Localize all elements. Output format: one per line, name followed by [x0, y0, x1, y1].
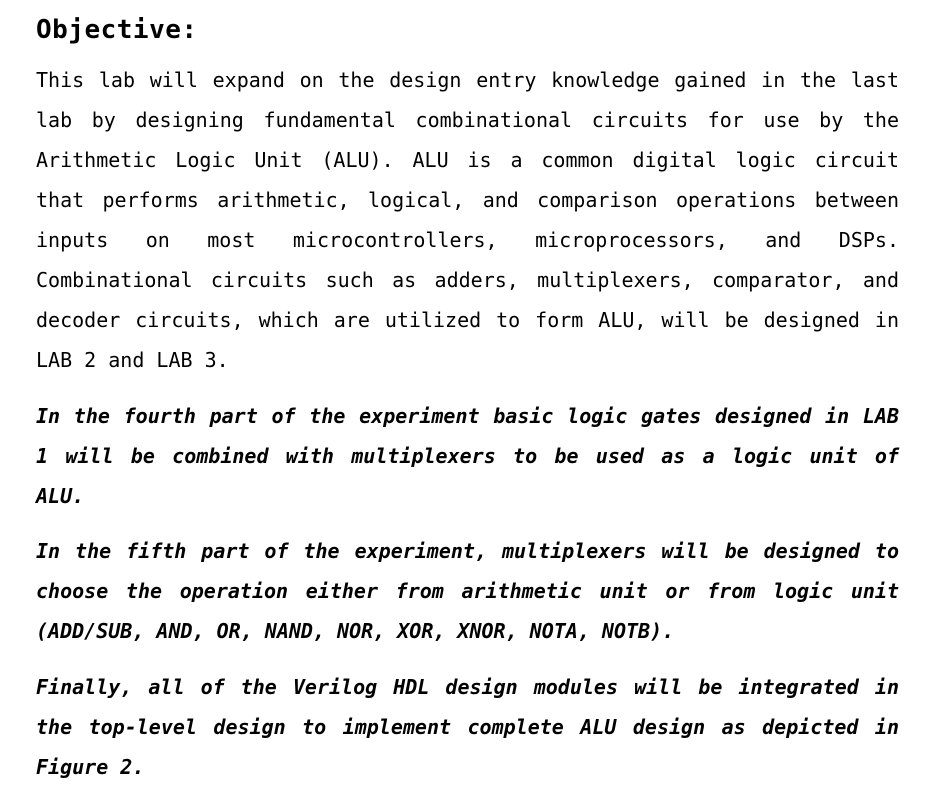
paragraph-part-four: In the fourth part of the experiment bas…: [36, 396, 899, 516]
paragraph-line: LAB 2 and LAB 3.: [36, 348, 229, 372]
paragraph-line: Combinational circuits such as adders, m…: [36, 268, 899, 292]
paragraph-integration: Finally, all of the Verilog HDL design m…: [36, 667, 899, 787]
paragraph-line: Figure 2.: [36, 755, 145, 779]
paragraph-line: In the fourth part of the experiment bas…: [36, 404, 899, 428]
paragraph-line: decoder circuits, which are utilized to …: [36, 308, 899, 332]
paragraph-line: inputs on most microcontrollers, micropr…: [36, 228, 899, 252]
paragraph-line: This lab will expand on the design entry…: [36, 68, 899, 92]
paragraph-intro: This lab will expand on the design entry…: [36, 60, 899, 380]
paragraph-line: Finally, all of the Verilog HDL design m…: [36, 675, 899, 699]
paragraph-line: (ADD/SUB, AND, OR, NAND, NOR, XOR, XNOR,…: [36, 619, 675, 643]
paragraph-line: Arithmetic Logic Unit (ALU). ALU is a co…: [36, 148, 899, 172]
paragraph-line: that performs arithmetic, logical, and c…: [36, 188, 899, 212]
paragraph-line: 1 will be combined with multiplexers to …: [36, 444, 899, 468]
section-heading-objective: Objective:: [36, 15, 198, 45]
paragraph-part-five: In the fifth part of the experiment, mul…: [36, 531, 899, 651]
paragraph-line: lab by designing fundamental combination…: [36, 108, 899, 132]
paragraph-line: the top-level design to implement comple…: [36, 715, 899, 739]
paragraph-line: In the fifth part of the experiment, mul…: [36, 539, 899, 563]
paragraph-line: choose the operation either from arithme…: [36, 579, 899, 603]
paragraph-line: ALU.: [36, 484, 85, 508]
